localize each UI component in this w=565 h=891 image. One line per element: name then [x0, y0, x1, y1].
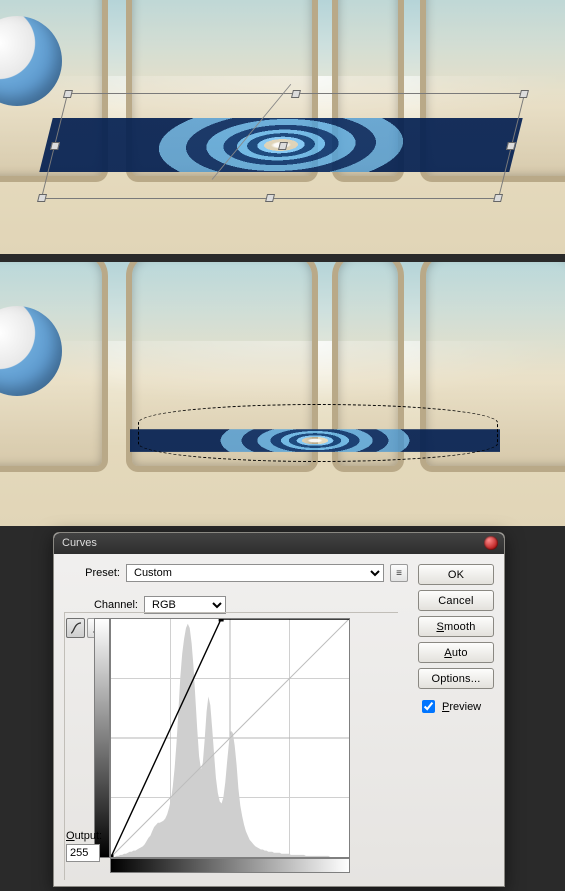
- curves-button-column: OK Cancel Smooth Auto Options... Preview: [418, 564, 494, 884]
- screenshot-step-transform: [0, 0, 565, 254]
- cancel-button[interactable]: Cancel: [418, 590, 494, 611]
- dialog-title: Curves: [62, 537, 97, 549]
- smooth-button[interactable]: Smooth: [418, 616, 494, 637]
- curves-left-pane: Preset: Custom ≡ Channel: RGB: [64, 564, 408, 884]
- marching-ants-selection[interactable]: [138, 404, 498, 462]
- auto-button[interactable]: Auto: [418, 642, 494, 663]
- transform-handle-l[interactable]: [50, 142, 60, 150]
- screenshot-step-selection: [0, 262, 565, 526]
- preset-menu-icon[interactable]: ≡: [390, 564, 408, 582]
- preset-label: Preset:: [68, 567, 120, 579]
- screenshot-step-curves: Curves Preset: Custom ≡ Channel: RGB: [0, 532, 565, 891]
- preview-label: Preview: [442, 701, 481, 713]
- input-gradient: [110, 858, 350, 873]
- preview-checkbox-input[interactable]: [422, 700, 435, 713]
- output-gradient: [94, 618, 110, 858]
- preview-checkbox[interactable]: Preview: [418, 697, 494, 716]
- curves-dialog: Curves Preset: Custom ≡ Channel: RGB: [53, 532, 505, 887]
- preset-select[interactable]: Custom: [126, 564, 384, 582]
- transform-handle-tl[interactable]: [63, 90, 73, 98]
- dialog-titlebar[interactable]: Curves: [54, 533, 504, 554]
- output-label: Output:: [66, 830, 102, 842]
- curves-graph-area: Output:: [66, 618, 381, 878]
- channel-label: Channel:: [86, 599, 138, 611]
- free-transform-bbox[interactable]: [41, 93, 525, 199]
- curves-canvas[interactable]: [110, 618, 350, 858]
- close-icon[interactable]: [484, 536, 498, 550]
- options-button[interactable]: Options...: [418, 668, 494, 689]
- curve-point-tool-icon[interactable]: [66, 618, 85, 638]
- output-field[interactable]: [66, 844, 100, 862]
- ok-button[interactable]: OK: [418, 564, 494, 585]
